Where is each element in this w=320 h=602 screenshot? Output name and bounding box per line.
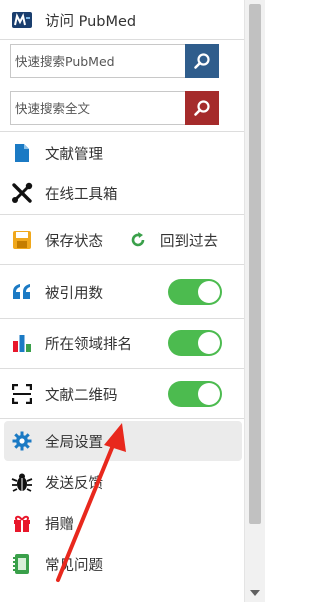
state-row: 保存状态 回到过去 (0, 220, 244, 260)
qrcode-label: 文献二维码 (45, 387, 118, 404)
field-rank-item: 所在领域排名 (0, 323, 244, 363)
search-icon (194, 53, 210, 69)
pubmed-search (10, 44, 219, 78)
scrollbar-thumb[interactable] (249, 4, 261, 524)
document-manager-item[interactable]: 文献管理 (0, 133, 244, 173)
save-state-button[interactable]: 保存状态 (45, 230, 103, 251)
divider (0, 264, 244, 265)
pubmed-logo-icon (10, 8, 34, 32)
citations-toggle[interactable] (168, 279, 222, 305)
wrench-screwdriver-icon (10, 181, 34, 205)
divider (0, 39, 244, 40)
citations-label: 被引用数 (45, 285, 103, 302)
field-rank-label: 所在领域排名 (45, 336, 132, 353)
donate-item[interactable]: 捐赠 (0, 503, 244, 543)
pubmed-search-input[interactable] (10, 44, 185, 78)
global-settings-item[interactable]: 全局设置 (4, 421, 242, 461)
send-feedback-item[interactable]: 发送反馈 (0, 462, 244, 502)
online-toolbox-label: 在线工具箱 (45, 186, 118, 203)
bar-chart-icon (10, 331, 34, 355)
search-icon (194, 100, 210, 116)
help-book-icon (10, 552, 34, 576)
extension-menu-panel: 访问 PubMed 文献管理 (0, 0, 244, 602)
qrcode-item: 文献二维码 (0, 374, 244, 414)
donate-label: 捐赠 (45, 516, 74, 533)
restore-button[interactable]: 回到过去 (160, 230, 218, 251)
visit-pubmed-link[interactable]: 访问 PubMed (0, 0, 244, 40)
visit-pubmed-label: 访问 PubMed (45, 13, 137, 30)
fulltext-search-input[interactable] (10, 91, 185, 125)
field-rank-toggle[interactable] (168, 330, 222, 356)
save-icon[interactable] (10, 228, 34, 252)
toggle-knob (198, 332, 220, 354)
toggle-knob (198, 383, 220, 405)
divider (0, 131, 244, 132)
send-feedback-label: 发送反馈 (45, 475, 103, 492)
quote-icon (10, 280, 34, 304)
file-icon (10, 141, 34, 165)
divider (0, 368, 244, 369)
faq-item[interactable]: 常见问题 (0, 544, 244, 584)
fulltext-search (10, 91, 219, 125)
faq-label: 常见问题 (45, 557, 103, 574)
citations-item: 被引用数 (0, 272, 244, 312)
global-settings-label: 全局设置 (45, 434, 103, 451)
refresh-icon[interactable] (128, 230, 148, 250)
pubmed-search-button[interactable] (185, 44, 219, 78)
scroll-down-arrow-icon[interactable] (250, 590, 260, 596)
toggle-knob (198, 281, 220, 303)
fulltext-search-button[interactable] (185, 91, 219, 125)
online-toolbox-item[interactable]: 在线工具箱 (0, 173, 244, 213)
document-manager-label: 文献管理 (45, 146, 103, 163)
bug-icon (10, 470, 34, 494)
qrcode-toggle[interactable] (168, 381, 222, 407)
divider (0, 318, 244, 319)
gear-icon (10, 429, 34, 453)
qrcode-icon (10, 382, 34, 406)
gift-icon (10, 511, 34, 535)
divider (0, 418, 244, 419)
divider (0, 214, 244, 215)
scrollbar[interactable] (244, 0, 265, 602)
